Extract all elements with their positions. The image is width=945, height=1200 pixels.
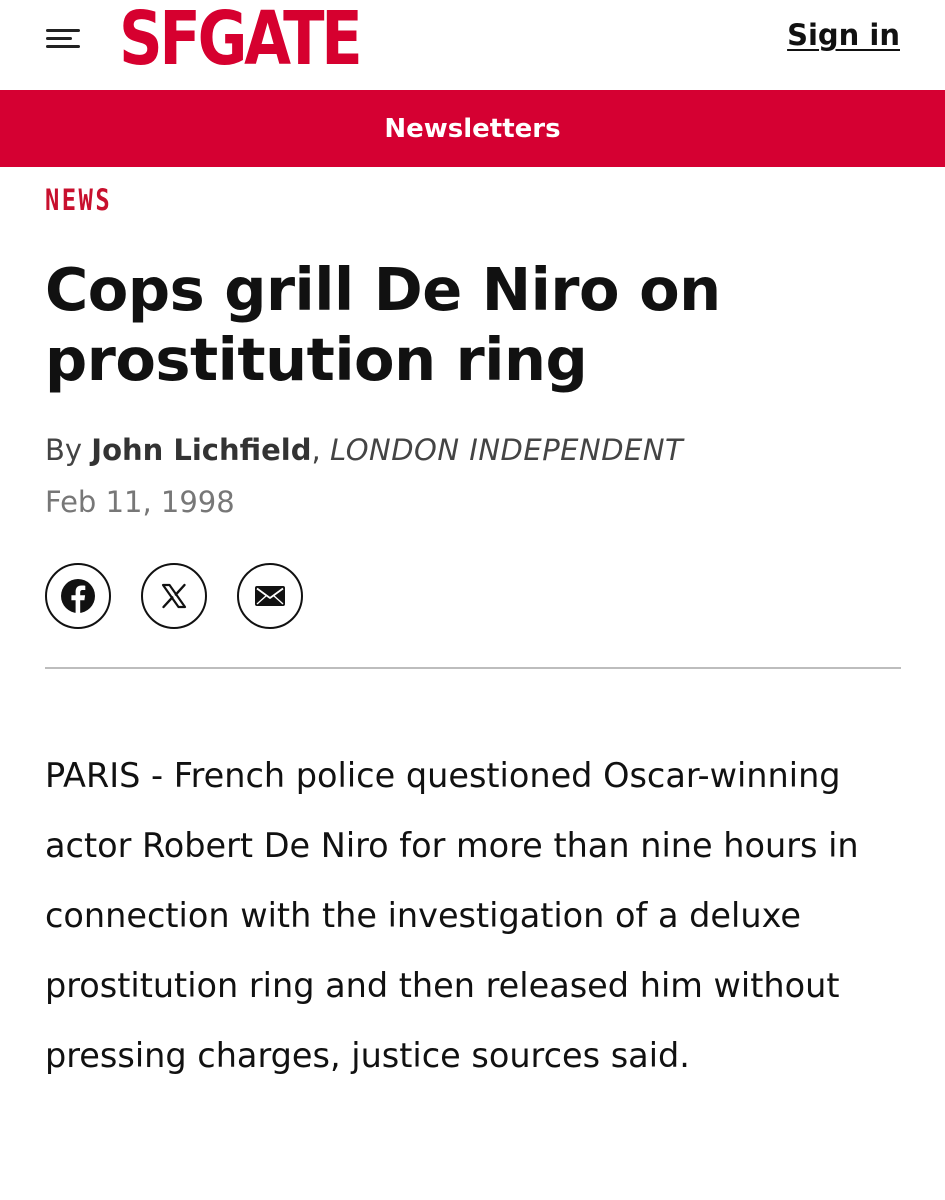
byline-source: LONDON INDEPENDENT <box>329 433 684 467</box>
byline-prefix: By <box>45 433 83 467</box>
newsletters-banner[interactable]: Newsletters <box>0 90 945 167</box>
share-email-button[interactable] <box>237 563 303 629</box>
article-body-paragraph: PARIS - French police questioned Oscar-w… <box>45 756 859 1075</box>
site-header: SFGATE Sign in <box>0 0 945 90</box>
share-facebook-button[interactable] <box>45 563 111 629</box>
email-icon <box>255 586 285 606</box>
x-icon <box>161 583 187 609</box>
hamburger-menu-icon[interactable] <box>46 27 82 49</box>
newsletters-label: Newsletters <box>384 113 561 144</box>
sfgate-logo[interactable]: SFGATE <box>119 0 363 78</box>
byline: By John Lichfield, LONDON INDEPENDENT <box>45 433 683 467</box>
byline-separator: , <box>311 433 321 467</box>
author-link[interactable]: John Lichfield <box>91 433 311 467</box>
sign-in-link[interactable]: Sign in <box>787 18 900 52</box>
facebook-icon <box>61 579 95 614</box>
publish-date: Feb 11, 1998 <box>45 485 235 519</box>
share-x-button[interactable] <box>141 563 207 629</box>
section-label[interactable]: NEWS <box>45 183 112 217</box>
article-headline: Cops grill De Niro on prostitution ring <box>45 255 721 394</box>
divider <box>45 667 901 669</box>
